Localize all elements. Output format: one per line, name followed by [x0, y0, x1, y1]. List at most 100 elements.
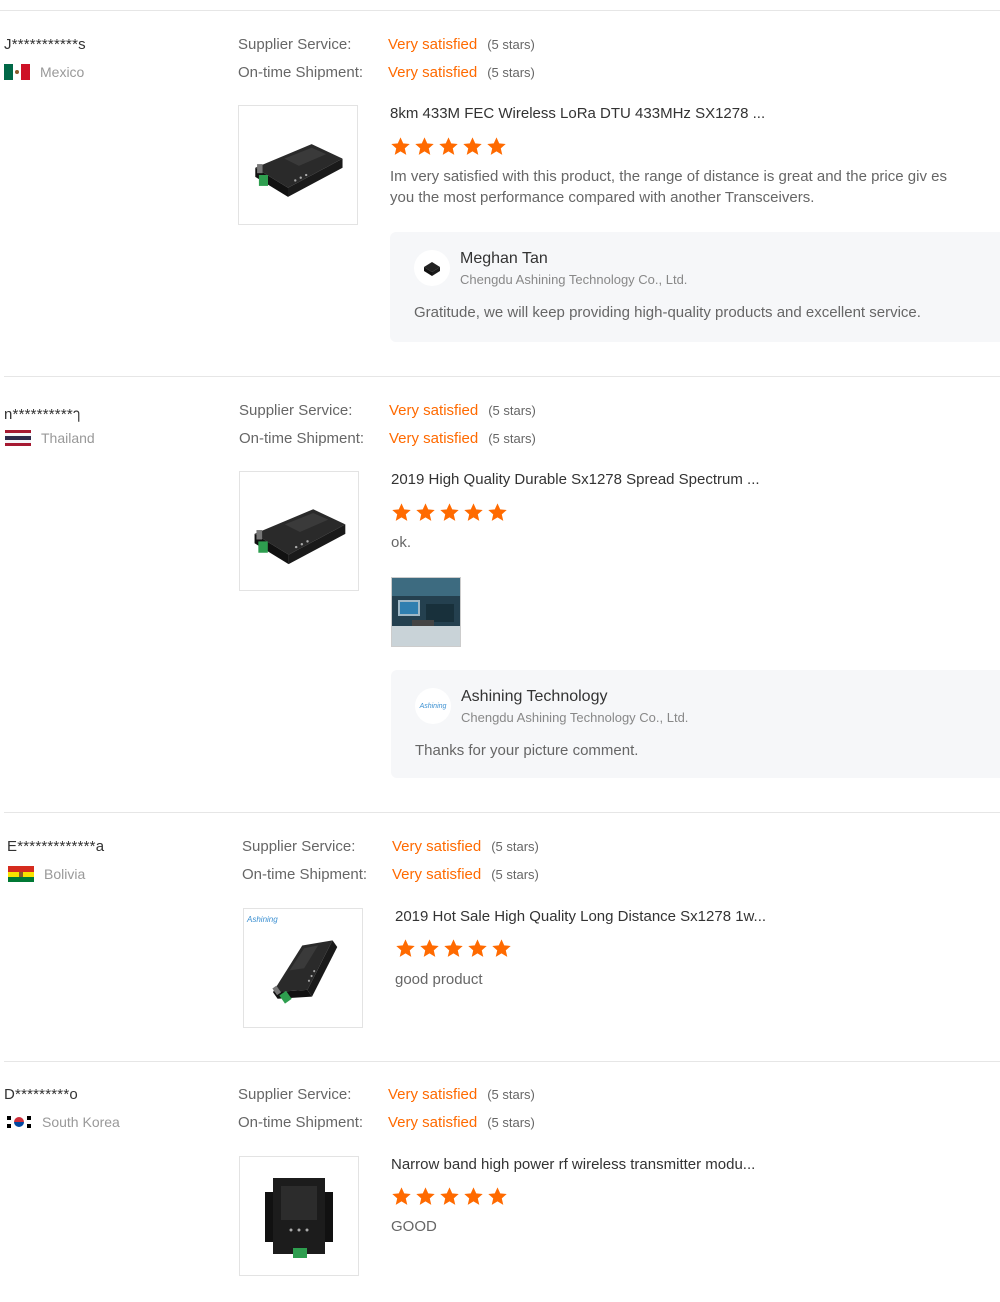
- rating-note: (5 stars): [487, 37, 535, 52]
- reply-company: Chengdu Ashining Technology Co., Ltd.: [461, 710, 689, 725]
- country-label: Mexico: [40, 64, 85, 80]
- rating-value: Very satisfied: [388, 1086, 478, 1103]
- star-icon: [415, 502, 436, 523]
- ontime-shipment-rating: On-time Shipment: Very satisfied (5 star…: [238, 1114, 535, 1131]
- star-rating: [395, 938, 512, 959]
- star-icon: [463, 502, 484, 523]
- star-icon: [395, 938, 416, 959]
- rating-value: Very satisfied: [392, 866, 482, 883]
- star-icon: [467, 938, 488, 959]
- buyer-name: J***********s: [4, 36, 86, 53]
- supplier-service-rating: Supplier Service: Very satisfied (5 star…: [242, 838, 539, 855]
- product-title-link[interactable]: Narrow band high power rf wireless trans…: [391, 1156, 755, 1173]
- avatar: [414, 250, 450, 286]
- star-icon: [391, 1186, 412, 1207]
- star-rating: [390, 136, 507, 157]
- rating-label: On-time Shipment:: [238, 1114, 364, 1131]
- buyer-country: Thailand: [5, 430, 95, 446]
- reply-author: Meghan Tan: [460, 250, 548, 267]
- rating-note: (5 stars): [491, 839, 539, 854]
- product-thumbnail[interactable]: Ashining: [243, 908, 363, 1028]
- thumbnail-brand-text: Ashining: [247, 915, 278, 924]
- buyer-country: South Korea: [6, 1114, 120, 1130]
- supplier-reply: Meghan Tan Chengdu Ashining Technology C…: [390, 232, 1000, 342]
- thailand-flag-icon: [5, 430, 31, 446]
- reply-author: Ashining Technology: [461, 688, 608, 705]
- supplier-service-rating: Supplier Service: Very satisfied (5 star…: [239, 402, 536, 419]
- rating-label: On-time Shipment:: [239, 430, 365, 447]
- supplier-service-rating: Supplier Service: Very satisfied (5 star…: [238, 1086, 535, 1103]
- star-icon: [443, 938, 464, 959]
- rating-note: (5 stars): [491, 867, 539, 882]
- rating-value: Very satisfied: [389, 402, 479, 419]
- star-icon: [438, 136, 459, 157]
- product-image: [265, 1178, 333, 1258]
- rating-note: (5 stars): [487, 1115, 535, 1130]
- star-icon: [391, 502, 412, 523]
- south-korea-flag-icon: [6, 1114, 32, 1130]
- rating-label: Supplier Service:: [242, 838, 356, 855]
- star-icon: [486, 136, 507, 157]
- review-comment: ok.: [391, 534, 412, 551]
- product-title-link[interactable]: 2019 Hot Sale High Quality Long Distance…: [395, 908, 766, 925]
- review-photo[interactable]: [391, 577, 461, 647]
- review-divider: [4, 376, 1000, 377]
- supplier-reply: Ashining Ashining Technology Chengdu Ash…: [391, 670, 1000, 778]
- star-icon: [462, 136, 483, 157]
- star-rating: [391, 1186, 508, 1207]
- product-thumbnail[interactable]: [238, 105, 358, 225]
- reply-company: Chengdu Ashining Technology Co., Ltd.: [460, 272, 688, 287]
- bolivia-flag-icon: [8, 866, 34, 882]
- product-image: [248, 124, 348, 206]
- star-icon: [491, 938, 512, 959]
- reply-text: Gratitude, we will keep providing high-q…: [414, 304, 921, 321]
- rating-label: On-time Shipment:: [242, 866, 368, 883]
- rating-value: Very satisfied: [388, 64, 478, 81]
- rating-label: Supplier Service:: [239, 402, 353, 419]
- review-photo-image: [392, 578, 460, 646]
- rating-label: Supplier Service:: [238, 36, 352, 53]
- buyer-name: E*************a: [7, 838, 105, 855]
- star-icon: [487, 502, 508, 523]
- rating-value: Very satisfied: [388, 36, 478, 53]
- review-comment: GOOD: [391, 1218, 437, 1235]
- review-divider: [4, 812, 1000, 813]
- rating-note: (5 stars): [488, 403, 536, 418]
- product-title-link[interactable]: 2019 High Quality Durable Sx1278 Spread …: [391, 471, 760, 488]
- reply-text: Thanks for your picture comment.: [415, 742, 639, 759]
- rating-note: (5 stars): [487, 1087, 535, 1102]
- star-icon: [390, 136, 411, 157]
- rating-value: Very satisfied: [388, 1114, 478, 1131]
- rating-note: (5 stars): [487, 65, 535, 80]
- product-thumbnail[interactable]: [239, 471, 359, 591]
- star-icon: [415, 1186, 436, 1207]
- star-rating: [391, 502, 508, 523]
- ontime-shipment-rating: On-time Shipment: Very satisfied (5 star…: [238, 64, 535, 81]
- product-image: [240, 905, 365, 1030]
- product-image: [247, 485, 351, 577]
- star-icon: [463, 1186, 484, 1207]
- country-label: Bolivia: [44, 866, 86, 882]
- supplier-service-rating: Supplier Service: Very satisfied (5 star…: [238, 36, 535, 53]
- top-divider: [0, 10, 1000, 11]
- country-label: Thailand: [41, 430, 95, 446]
- product-title-link[interactable]: 8km 433M FEC Wireless LoRa DTU 433MHz SX…: [390, 105, 765, 122]
- star-icon: [439, 502, 460, 523]
- buyer-country: Bolivia: [8, 866, 85, 882]
- ontime-shipment-rating: On-time Shipment: Very satisfied (5 star…: [242, 866, 539, 883]
- rating-note: (5 stars): [488, 431, 536, 446]
- rating-value: Very satisfied: [392, 838, 482, 855]
- buyer-name: n**********ๅ: [4, 406, 81, 423]
- review-comment: good product: [395, 971, 483, 988]
- star-icon: [487, 1186, 508, 1207]
- buyer-country: Mexico: [4, 64, 84, 80]
- star-icon: [419, 938, 440, 959]
- review-comment: Im very satisfied with this product, the…: [390, 168, 947, 206]
- product-thumbnail[interactable]: [239, 1156, 359, 1276]
- buyer-name: D*********o: [4, 1086, 78, 1103]
- rating-value: Very satisfied: [389, 430, 479, 447]
- avatar: Ashining: [415, 688, 451, 724]
- ontime-shipment-rating: On-time Shipment: Very satisfied (5 star…: [239, 430, 536, 447]
- star-icon: [439, 1186, 460, 1207]
- review-divider: [4, 1061, 1000, 1062]
